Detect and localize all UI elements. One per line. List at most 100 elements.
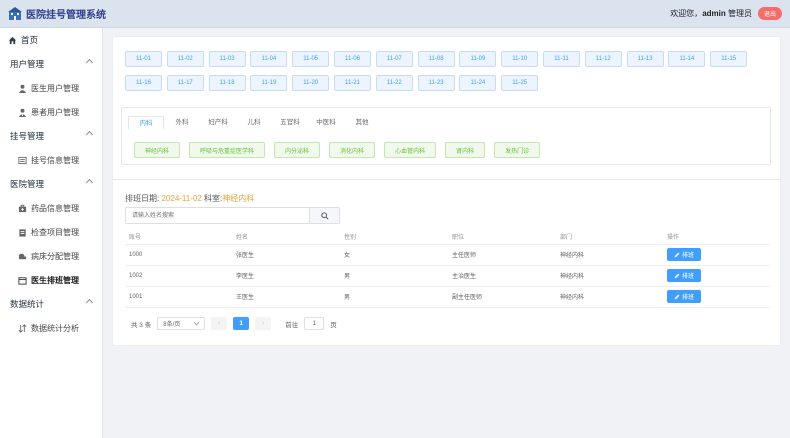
cell-position: 主任医师	[448, 244, 556, 266]
logout-button[interactable]: 退出	[757, 7, 782, 20]
date-button[interactable]: 11-13	[626, 51, 664, 67]
doctor-table: 账号 姓名 性别 职位 部门 操作 1000 张医生女主任医师 神经内科 排班 1002…	[125, 230, 770, 308]
schedule-button[interactable]: 排班	[667, 269, 701, 282]
col-name: 姓名	[232, 230, 340, 245]
edit-icon	[674, 252, 680, 257]
sidebar-item-doctor-users[interactable]: 医生用户管理	[0, 76, 102, 100]
tab-department[interactable]: 中医科	[308, 116, 344, 130]
chevron-up-icon	[85, 58, 94, 67]
cell-name: 王医生	[232, 286, 340, 308]
tab-department[interactable]: 儿科	[236, 116, 272, 130]
sidebar-item-statistics-analysis[interactable]: 数据统计分析	[0, 316, 102, 340]
sub-department-button[interactable]: 肾内科	[445, 142, 486, 158]
table-row: 1001 王医生男副主任医师 神经内科 排班	[125, 286, 770, 308]
page-size-select[interactable]: 8条/页	[157, 317, 206, 330]
date-button[interactable]: 11-18	[208, 75, 246, 91]
sidebar-item-bed-allocation[interactable]: 病床分配管理	[0, 244, 102, 268]
date-button[interactable]: 11-07	[375, 51, 413, 67]
edit-icon	[674, 294, 680, 299]
date-button[interactable]: 11-23	[417, 75, 455, 91]
sidebar-group-registration[interactable]: 挂号管理	[0, 124, 102, 148]
tab-department[interactable]: 外科	[164, 116, 200, 130]
date-button[interactable]: 11-09	[459, 51, 497, 67]
user-tie-icon	[18, 108, 27, 117]
user-icon	[18, 84, 27, 93]
department-card: 内科 外科 妇产科 儿科 五官科 中医科 其他 神经内科 呼吸与危重症医学科 内分泌科 消化内科心…	[121, 107, 771, 165]
sub-department-button[interactable]: 消化内科	[329, 142, 376, 158]
sub-department-button[interactable]: 内分泌科	[274, 142, 321, 158]
cell-action: 排班	[663, 265, 770, 287]
sidebar-item-exam-items[interactable]: 检查项目管理	[0, 220, 102, 244]
sidebar-group-statistics[interactable]: 数据统计	[0, 292, 102, 316]
schedule-button[interactable]: 排班	[667, 290, 701, 303]
col-gender: 性别	[340, 230, 448, 245]
table-row: 1000 张医生女主任医师 神经内科 排班	[125, 244, 770, 266]
cell-account: 1002	[125, 265, 232, 287]
date-button[interactable]: 11-04	[250, 51, 288, 67]
date-button[interactable]: 11-14	[668, 51, 706, 67]
date-button[interactable]: 11-24	[459, 75, 497, 91]
sidebar-item-home[interactable]: 首页	[0, 28, 102, 52]
date-button[interactable]: 11-17	[166, 75, 204, 91]
sort-icon	[18, 323, 27, 333]
tab-department[interactable]: 其他	[344, 116, 380, 130]
search-button[interactable]	[309, 208, 339, 223]
prev-page-button[interactable]: ‹	[211, 317, 228, 330]
date-button[interactable]: 11-21	[334, 75, 371, 91]
date-button[interactable]: 11-16	[125, 75, 162, 91]
goto-page-input[interactable]: 1	[304, 317, 325, 330]
date-button[interactable]: 11-08	[417, 51, 455, 67]
clipboard-icon	[19, 228, 26, 237]
date-button[interactable]: 11-05	[292, 51, 330, 67]
welcome-text: 欢迎您，admin 管理员	[670, 9, 752, 18]
cell-position: 副主任医师	[448, 286, 556, 308]
cell-dept: 神经内科	[556, 286, 663, 308]
date-button[interactable]: 11-02	[166, 51, 204, 67]
date-button[interactable]: 11-01	[125, 51, 162, 67]
schedule-info: 排班日期: 2024-11-02 科室:神经内科	[125, 194, 255, 203]
date-button[interactable]: 11-20	[292, 75, 330, 91]
cell-account: 1000	[125, 244, 232, 266]
sub-department-button[interactable]: 呼吸与危重症医学科	[189, 142, 266, 158]
tab-department[interactable]: 五官科	[272, 116, 308, 130]
schedule-button[interactable]: 排班	[667, 248, 701, 261]
sub-department-button[interactable]: 心血管内科	[384, 142, 437, 158]
page-number-current[interactable]: 1	[233, 317, 250, 330]
cell-name: 李医生	[232, 265, 340, 287]
tab-department[interactable]: 妇产科	[200, 116, 236, 130]
col-position: 职位	[448, 230, 556, 245]
user-role: 管理员	[727, 9, 752, 18]
date-button[interactable]: 11-25	[501, 75, 539, 91]
sidebar-group-hospital[interactable]: 医院管理	[0, 172, 102, 196]
sidebar-item-doctor-schedule[interactable]: 医生排班管理	[0, 268, 102, 292]
date-button[interactable]: 11-06	[334, 51, 371, 67]
medkit-icon	[18, 204, 27, 212]
date-button[interactable]: 11-10	[501, 51, 539, 67]
sidebar-item-patient-users[interactable]: 患者用户管理	[0, 100, 102, 124]
sub-department-button[interactable]: 发热门诊	[494, 142, 541, 158]
search-input[interactable]	[126, 208, 309, 223]
table-row: 1002 李医生男主治医生 神经内科 排班	[125, 265, 770, 287]
date-button[interactable]: 11-19	[250, 75, 288, 91]
sub-department-button[interactable]: 神经内科	[134, 142, 181, 158]
date-button[interactable]: 11-22	[375, 75, 413, 91]
chevron-up-icon	[85, 130, 94, 139]
sidebar-item-medicine[interactable]: 药品信息管理	[0, 196, 102, 220]
date-button[interactable]: 11-03	[208, 51, 246, 67]
divider	[113, 179, 782, 180]
search-box	[125, 207, 340, 224]
cell-dept: 神经内科	[556, 244, 663, 266]
date-button[interactable]: 11-15	[710, 51, 748, 67]
home-icon	[8, 36, 17, 44]
cell-action: 排班	[663, 244, 770, 266]
next-page-button[interactable]: ›	[255, 317, 272, 330]
date-button[interactable]: 11-11	[543, 51, 580, 67]
sidebar-group-users[interactable]: 用户管理	[0, 52, 102, 76]
tab-department[interactable]: 内科	[128, 116, 164, 130]
schedule-dept: 神经内科	[222, 194, 255, 203]
cell-gender: 女	[340, 244, 448, 266]
sidebar-item-registration-info[interactable]: 挂号信息管理	[0, 148, 102, 172]
col-action: 操作	[663, 230, 770, 245]
chevron-up-icon	[85, 178, 94, 187]
date-button[interactable]: 11-12	[584, 51, 622, 67]
